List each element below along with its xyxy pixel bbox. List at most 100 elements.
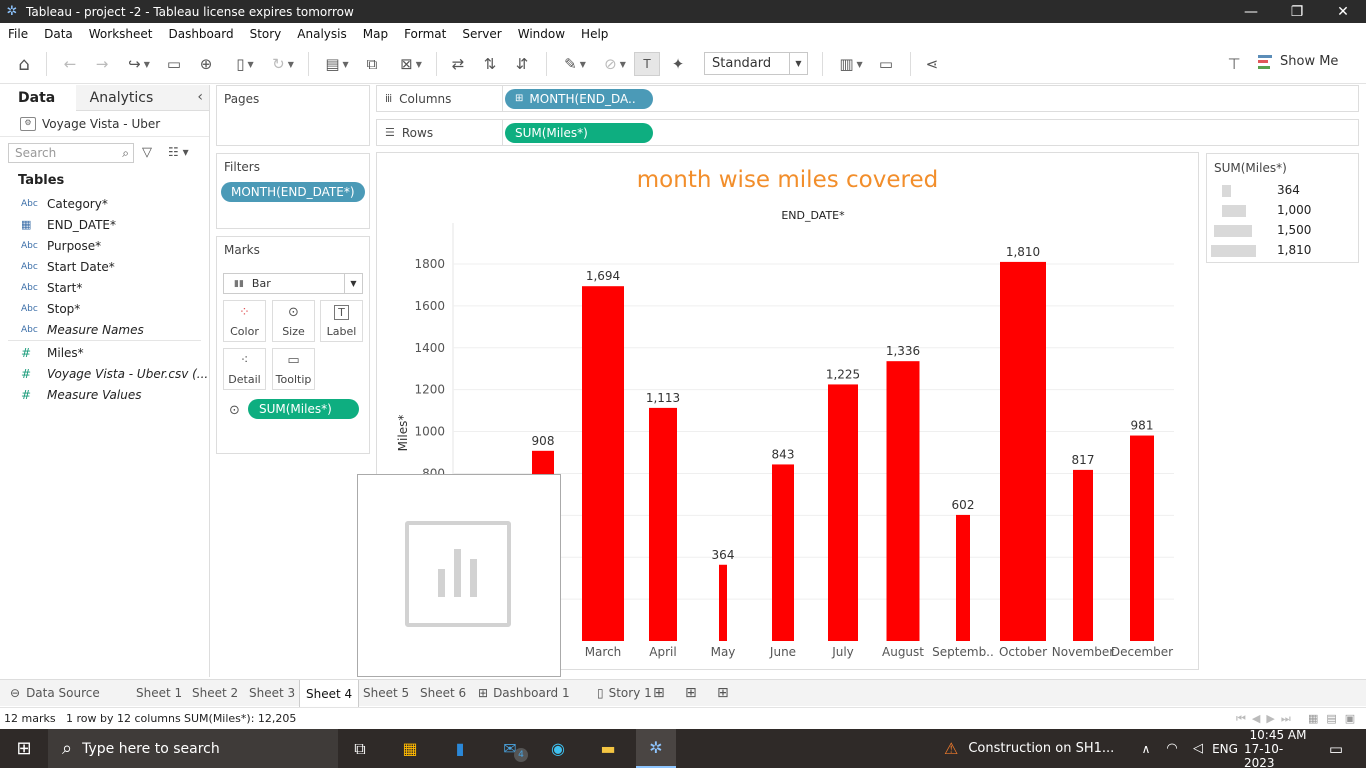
pages-shelf[interactable]: Pages bbox=[216, 85, 370, 146]
field-item[interactable]: # Measure Values bbox=[0, 384, 209, 405]
chevron-up-icon[interactable]: ∧ bbox=[1136, 729, 1156, 768]
news-widget[interactable]: ⚠ Construction on SH1... bbox=[944, 729, 1124, 768]
field-item[interactable]: Abc Stop* bbox=[0, 298, 209, 319]
show-me-button[interactable]: Show Me bbox=[1258, 54, 1338, 69]
menu-help[interactable]: Help bbox=[573, 27, 616, 41]
save-icon[interactable]: ▭ bbox=[162, 52, 186, 76]
tab-sheet-4[interactable]: Sheet 4 bbox=[299, 680, 360, 707]
redo-icon[interactable]: → bbox=[90, 52, 114, 76]
mark-type-select[interactable]: ▮▮ Bar ▼ bbox=[223, 273, 363, 294]
size-legend[interactable]: SUM(Miles*) 364 1,000 1,500 1,810 bbox=[1206, 153, 1359, 263]
tableau-taskbar-icon[interactable]: ✲ bbox=[636, 729, 676, 768]
field-item[interactable]: Abc Start* bbox=[0, 277, 209, 298]
menu-analysis[interactable]: Analysis bbox=[289, 27, 354, 41]
size-button[interactable]: ⊙ Size bbox=[272, 300, 315, 342]
columns-shelf[interactable]: iii Columns ⊞ MONTH(END_DA.. bbox=[376, 85, 1359, 112]
tab-sheet-3[interactable]: Sheet 3 bbox=[243, 680, 301, 706]
restore-button[interactable]: ❐ bbox=[1274, 4, 1320, 20]
menu-window[interactable]: Window bbox=[510, 27, 573, 41]
swap-rows-columns-icon[interactable]: ⇄ bbox=[446, 52, 470, 76]
field-item[interactable]: Abc Purpose* bbox=[0, 235, 209, 256]
menu-worksheet[interactable]: Worksheet bbox=[81, 27, 161, 41]
presenter-icon[interactable]: ⊤ bbox=[1222, 52, 1246, 76]
edge-icon[interactable]: ◉ bbox=[540, 729, 576, 768]
home-icon[interactable]: ⌂ bbox=[12, 52, 36, 76]
menu-dashboard[interactable]: Dashboard bbox=[160, 27, 241, 41]
file-explorer-icon[interactable]: ▬ bbox=[590, 729, 626, 768]
view-toggle-icons[interactable]: ▦▤▣ bbox=[1308, 712, 1363, 725]
tab-sheet-6[interactable]: Sheet 6 bbox=[414, 680, 472, 706]
tab-sheet-1[interactable]: Sheet 1 bbox=[130, 680, 188, 706]
view-options-icon[interactable]: ☷ ▾ bbox=[168, 145, 189, 159]
new-dashboard-icon[interactable]: ⊞ bbox=[679, 680, 703, 706]
clear-sheet-icon[interactable]: ⊠ ▼ bbox=[392, 52, 430, 76]
menu-file[interactable]: File bbox=[0, 27, 36, 41]
filters-shelf[interactable]: Filters MONTH(END_DATE*) bbox=[216, 153, 370, 229]
tab-data[interactable]: Data bbox=[0, 85, 76, 111]
field-item[interactable]: Abc Start Date* bbox=[0, 256, 209, 277]
menu-format[interactable]: Format bbox=[396, 27, 454, 41]
refresh-icon[interactable]: ↻ ▼ bbox=[264, 52, 302, 76]
menu-data[interactable]: Data bbox=[36, 27, 81, 41]
minimize-button[interactable]: — bbox=[1228, 4, 1274, 20]
field-item[interactable]: # Miles* bbox=[0, 342, 209, 363]
sheet-nav-arrows[interactable]: ⏮◀▶⏭ bbox=[1236, 712, 1297, 726]
tab-data-source[interactable]: ⊖ Data Source bbox=[4, 680, 106, 706]
search-input[interactable]: Search ⌕ bbox=[8, 143, 134, 163]
tab-sheet-2[interactable]: Sheet 2 bbox=[186, 680, 244, 706]
field-item[interactable]: ▦ END_DATE* bbox=[0, 214, 209, 235]
replay-icon[interactable]: ↪ ▼ bbox=[120, 52, 158, 76]
tab-analytics[interactable]: Analytics bbox=[75, 85, 209, 111]
new-datasource-icon[interactable]: ⊕ bbox=[194, 52, 218, 76]
marks-pill[interactable]: SUM(Miles*) bbox=[248, 399, 359, 419]
filter-icon[interactable]: ▽ bbox=[142, 145, 152, 160]
columns-pill[interactable]: ⊞ MONTH(END_DA.. bbox=[505, 88, 653, 109]
language-indicator[interactable]: ENG bbox=[1210, 729, 1240, 768]
app-icon[interactable]: ▮ bbox=[442, 729, 478, 768]
pin-icon[interactable]: ✦ bbox=[666, 52, 690, 76]
sort-descending-icon[interactable]: ⇵ bbox=[510, 52, 534, 76]
show-mark-labels-icon[interactable]: T bbox=[634, 52, 660, 76]
tab-sheet-5[interactable]: Sheet 5 bbox=[357, 680, 415, 706]
presentation-mode-icon[interactable]: ▭ bbox=[874, 52, 898, 76]
mail-icon[interactable]: ✉ 4 bbox=[492, 729, 528, 768]
filter-pill[interactable]: MONTH(END_DATE*) bbox=[221, 182, 365, 202]
pause-updates-icon[interactable]: ▯ ▼ bbox=[226, 52, 264, 76]
clock[interactable]: 10:45 AM 17-10-2023 bbox=[1244, 728, 1312, 768]
color-button[interactable]: ⁘ Color bbox=[223, 300, 266, 342]
detail-button[interactable]: ⁖ Detail bbox=[223, 348, 266, 390]
menu-story[interactable]: Story bbox=[242, 27, 290, 41]
show-me-card[interactable] bbox=[357, 474, 561, 677]
menu-map[interactable]: Map bbox=[355, 27, 396, 41]
field-item[interactable]: Abc Measure Names bbox=[0, 319, 209, 340]
group-members-icon[interactable]: ⊘ ▼ bbox=[596, 52, 634, 76]
undo-icon[interactable]: ← bbox=[58, 52, 82, 76]
collapse-pane-icon[interactable]: ‹ bbox=[197, 89, 203, 105]
show-cards-icon[interactable]: ▥ ▼ bbox=[832, 52, 870, 76]
field-item[interactable]: # Voyage Vista - Uber.csv (... bbox=[0, 363, 209, 384]
new-worksheet-icon[interactable]: ▤ ▼ bbox=[318, 52, 356, 76]
taskbar-search-input[interactable]: ⌕ Type here to search bbox=[48, 729, 338, 768]
new-worksheet-icon[interactable]: ⊞ bbox=[647, 680, 671, 706]
share-icon[interactable]: ⋖ bbox=[920, 52, 944, 76]
store-icon[interactable]: ▦ bbox=[392, 729, 428, 768]
menu-server[interactable]: Server bbox=[454, 27, 509, 41]
highlight-icon[interactable]: ✎ ▼ bbox=[556, 52, 594, 76]
fit-select[interactable]: Standard ▼ bbox=[704, 52, 808, 75]
datasource-item[interactable]: ⚙ Voyage Vista - Uber bbox=[0, 111, 209, 137]
sort-ascending-icon[interactable]: ⇅ bbox=[478, 52, 502, 76]
rows-shelf[interactable]: ☰ Rows SUM(Miles*) bbox=[376, 119, 1359, 146]
close-button[interactable]: ✕ bbox=[1320, 4, 1366, 20]
new-story-icon[interactable]: ⊞ bbox=[711, 680, 735, 706]
tab-dashboard-1[interactable]: ⊞ Dashboard 1 bbox=[472, 680, 576, 706]
tooltip-button[interactable]: ▭ Tooltip bbox=[272, 348, 315, 390]
windows-start-icon[interactable]: ⊞ bbox=[0, 729, 48, 768]
volume-icon[interactable]: ◁ bbox=[1186, 729, 1210, 768]
task-view-icon[interactable]: ⧉ bbox=[342, 729, 378, 768]
field-item[interactable]: Abc Category* bbox=[0, 193, 209, 214]
notifications-icon[interactable]: ▭ bbox=[1318, 729, 1354, 768]
wifi-icon[interactable]: ◠ bbox=[1160, 729, 1184, 768]
rows-pill[interactable]: SUM(Miles*) bbox=[505, 122, 653, 143]
duplicate-sheet-icon[interactable]: ⧉ bbox=[360, 52, 384, 76]
label-button[interactable]: T Label bbox=[320, 300, 363, 342]
